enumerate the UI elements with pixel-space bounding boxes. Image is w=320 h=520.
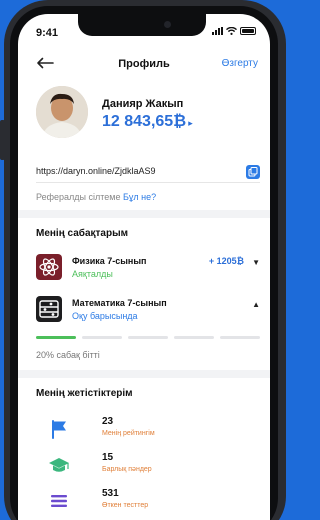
flag-icon	[52, 420, 66, 439]
achievement-item[interactable]: 15 Барлық пәндер	[36, 450, 260, 478]
progress-segment	[36, 336, 76, 339]
user-name: Данияр Жакып	[102, 98, 184, 110]
graduation-cap-icon	[49, 458, 69, 472]
course-title: Математика 7-сынып	[72, 298, 167, 308]
progress-segment	[174, 336, 214, 339]
status-time: 9:41	[36, 27, 59, 39]
list-icon	[51, 495, 67, 507]
copy-icon	[248, 167, 258, 177]
referral-label: Рефералды сілтеме Бұл не?	[36, 192, 156, 202]
course-item[interactable]: Математика 7-сынып Оқу барысында ▲	[36, 296, 260, 324]
chevron-right-icon: ▸	[188, 118, 193, 128]
chevron-down-icon[interactable]: ▼	[252, 258, 260, 267]
status-bar: 9:41	[18, 14, 270, 44]
status-icons	[212, 27, 256, 35]
side-button	[0, 120, 5, 160]
referral-label-text: Рефералды сілтеме	[36, 192, 121, 202]
avatar[interactable]	[36, 86, 88, 138]
app-screen: 9:41 Профиль Өзгерту Данияр Жакып 12 843…	[18, 14, 270, 520]
referral-help-link[interactable]: Бұл не?	[123, 192, 156, 202]
course-status: Аяқталды	[72, 269, 113, 279]
progress-segment	[220, 336, 260, 339]
referral-link[interactable]: https://daryn.online/ZjdklaAS9	[36, 166, 156, 176]
nav-header: Профиль Өзгерту	[18, 48, 270, 78]
section-gap	[18, 210, 270, 218]
camera-icon	[164, 21, 171, 28]
copy-button[interactable]	[246, 165, 260, 179]
course-reward: + 1205₿	[208, 256, 244, 266]
courses-section-title: Менің сабақтарым	[36, 228, 129, 239]
achievement-item[interactable]: 23 Менің рейтингім	[36, 414, 260, 442]
achievement-value: 531	[102, 488, 119, 499]
signal-icon	[212, 27, 223, 35]
battery-icon	[240, 27, 256, 35]
progress-text: 20% сабақ бітті	[36, 350, 100, 360]
course-item[interactable]: Физика 7-сынып Аяқталды + 1205₿ ▼	[36, 254, 260, 282]
section-gap	[18, 370, 270, 378]
achievement-value: 23	[102, 416, 114, 427]
chevron-up-icon[interactable]: ▲	[252, 300, 260, 309]
wifi-icon	[226, 27, 237, 35]
course-title: Физика 7-сынып	[72, 256, 147, 266]
divider	[36, 182, 260, 183]
achievement-label: Менің рейтингім	[102, 430, 155, 437]
profile-card: Данияр Жакып 12 843,65₿ ▸	[18, 86, 270, 152]
achievement-value: 15	[102, 452, 114, 463]
course-status: Оқу барысында	[72, 311, 138, 321]
achievements-section-title: Менің жетістіктерім	[36, 388, 133, 399]
balance[interactable]: 12 843,65₿ ▸	[102, 113, 193, 131]
progress-segment	[82, 336, 122, 339]
notch	[78, 14, 206, 36]
achievement-item[interactable]: 531 Өткен тесттер	[36, 486, 260, 514]
achievement-label: Өткен тесттер	[102, 502, 149, 509]
course-progress-bar	[36, 336, 260, 339]
edit-button[interactable]: Өзгерту	[222, 58, 258, 69]
achievement-label: Барлық пәндер	[102, 466, 152, 473]
avatar-photo	[36, 86, 88, 138]
physics-icon	[36, 254, 62, 280]
balance-amount: 12 843,65₿	[102, 113, 187, 130]
progress-segment	[128, 336, 168, 339]
math-icon	[36, 296, 62, 322]
